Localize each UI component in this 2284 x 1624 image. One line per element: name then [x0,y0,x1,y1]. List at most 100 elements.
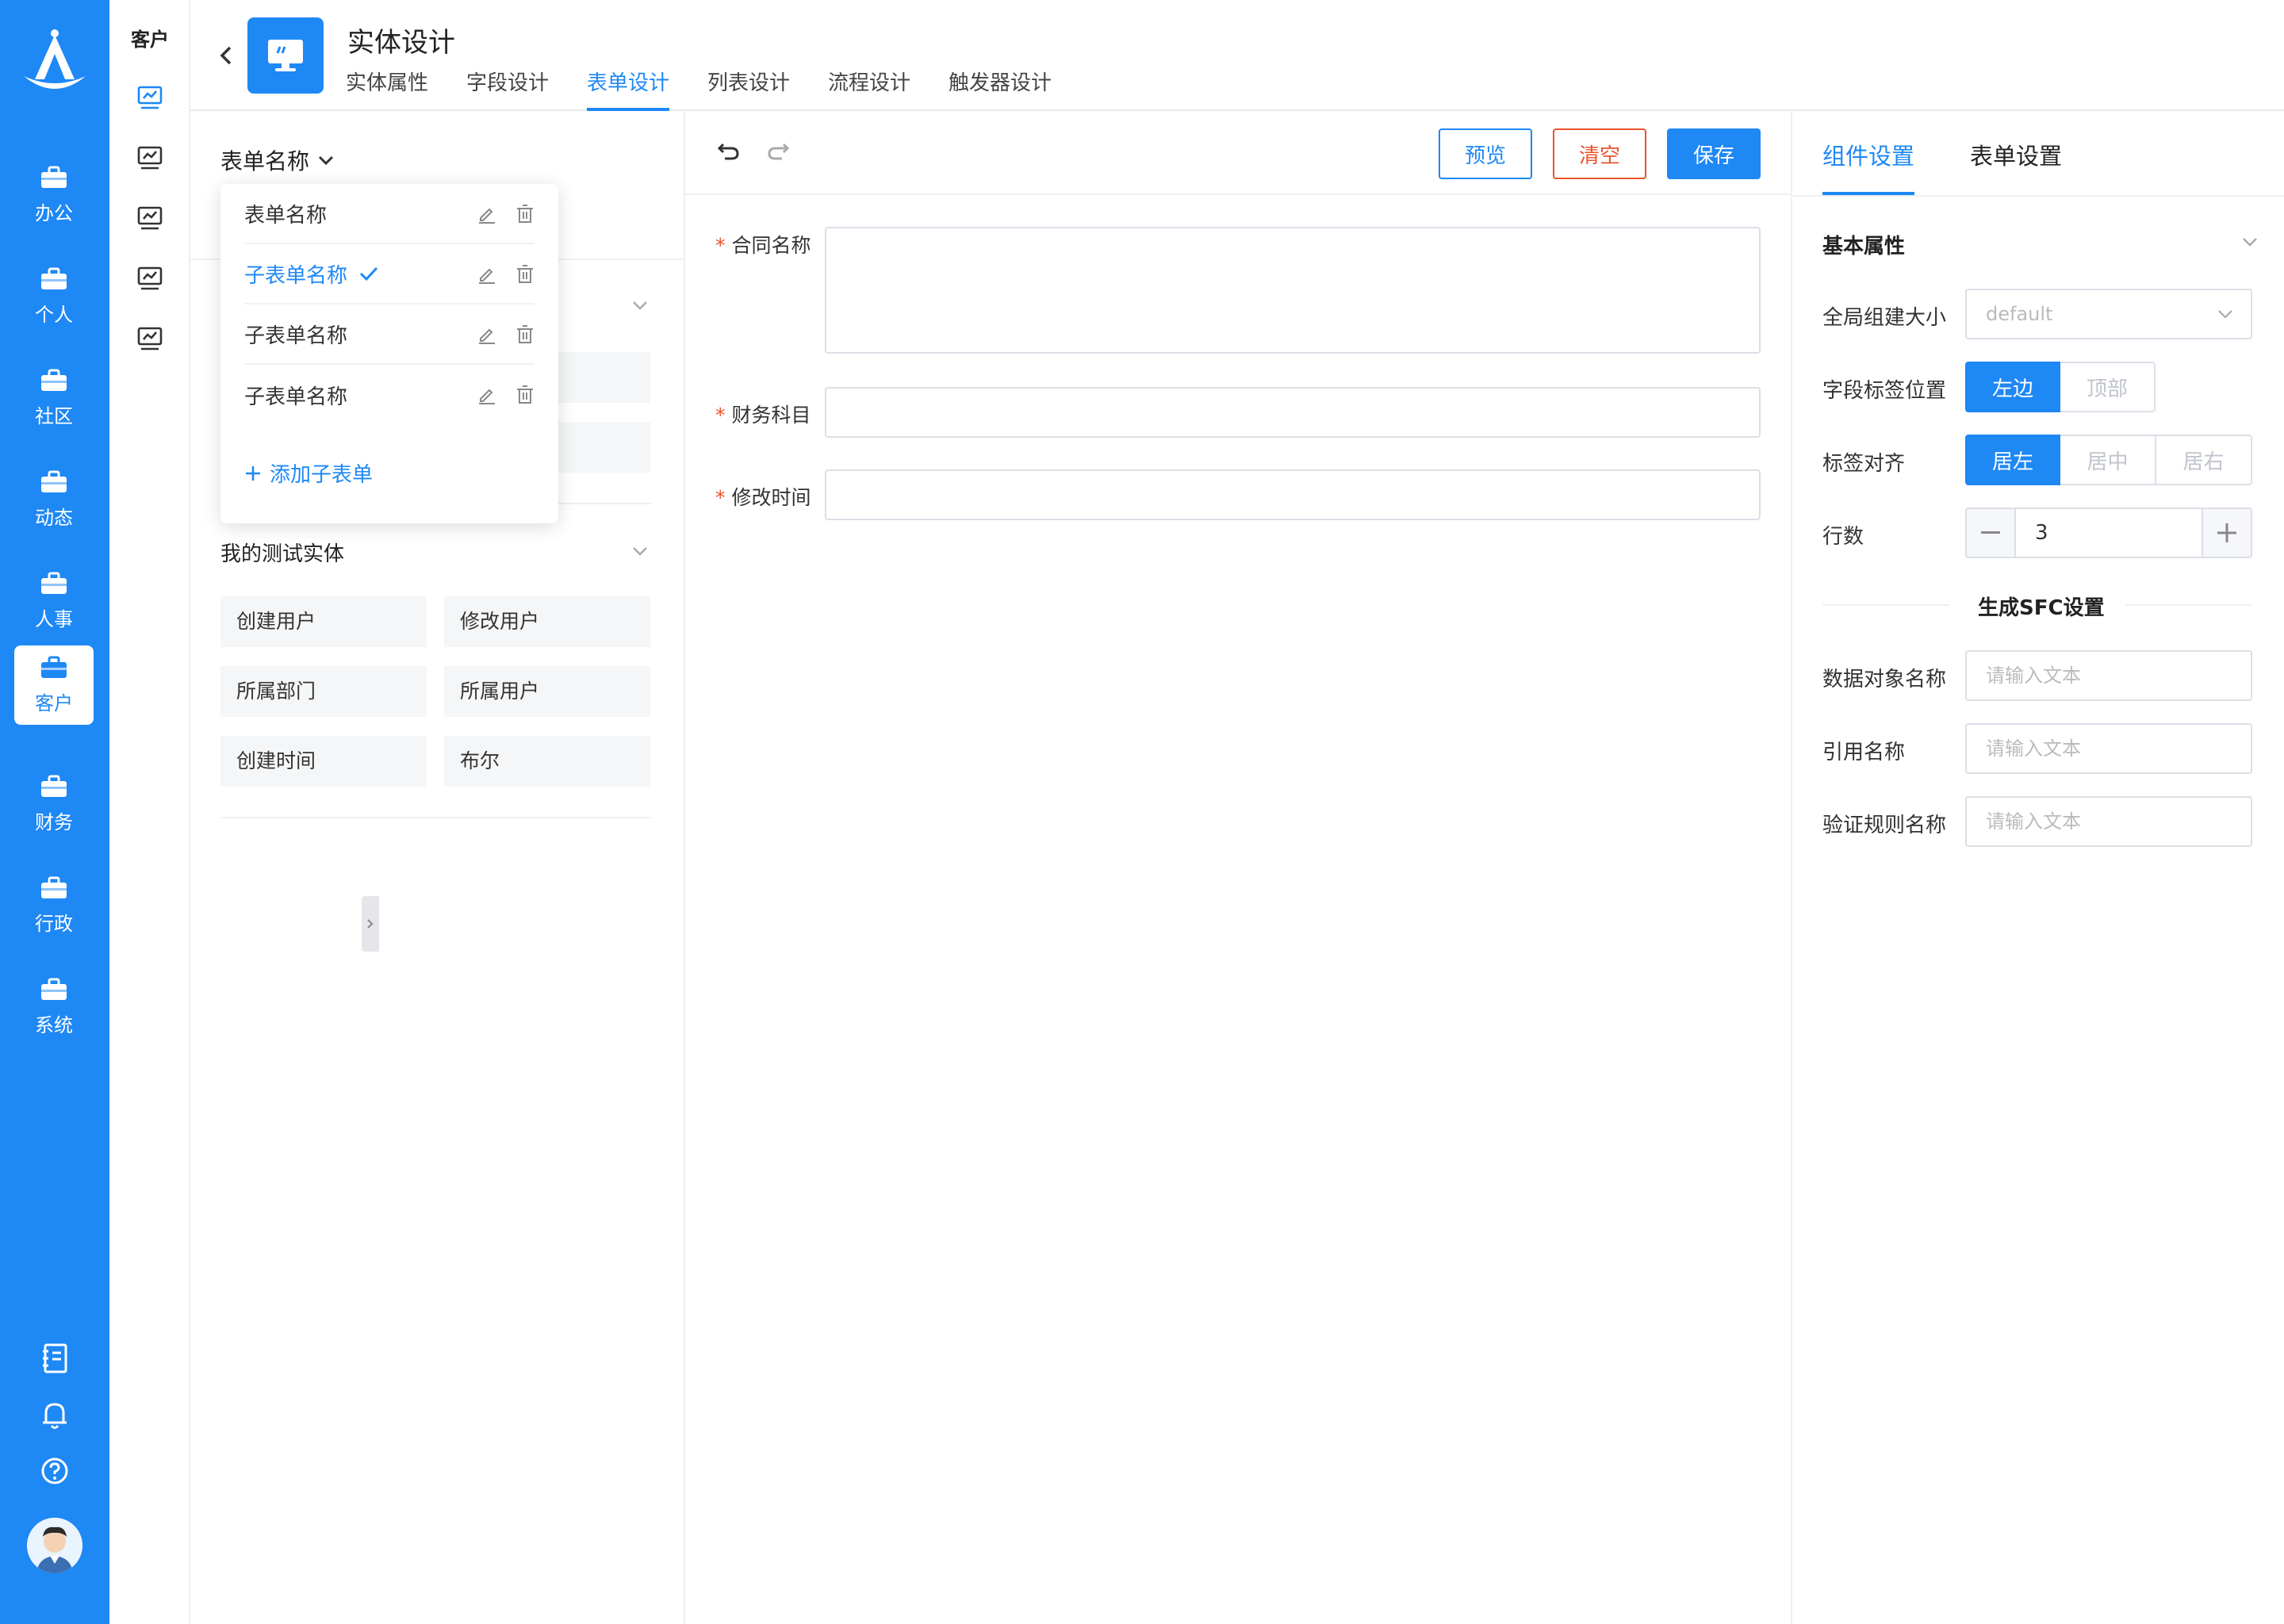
trash-icon[interactable] [515,205,535,224]
notification-button[interactable] [35,1396,75,1435]
nav-item-label: 人事 [35,607,73,630]
nav-item-finance[interactable]: 财务 [14,764,94,844]
nav-item-customer[interactable]: 客户 [14,645,94,725]
dropdown-item[interactable]: 子表单名称 [244,365,535,425]
nav-item-admin[interactable]: 行政 [14,866,94,945]
tab-trigger-design[interactable]: 触发器设计 [948,67,1052,111]
divider [1822,604,1949,606]
undo-icon[interactable] [717,138,741,162]
app-logo[interactable] [0,24,109,103]
add-subform-button[interactable]: 添加子表单 [244,458,373,488]
help-button[interactable] [35,1451,75,1491]
briefcase-icon [41,470,67,492]
label-align-label: 标签对齐 [1822,452,1906,476]
chart-monitor-icon[interactable] [136,325,163,352]
finance-subject-input[interactable] [825,387,1761,438]
tab-list-design[interactable]: 列表设计 [707,67,790,111]
avatar[interactable] [27,1518,82,1573]
form-select-dropdown: 表单名称 子表单名称 子表单名称 子表单名称 添加子表单 [220,184,558,523]
field-chip-modified-by[interactable]: 修改用户 [444,596,650,647]
field-chip-department[interactable]: 所属部门 [220,666,427,717]
tab-entity-properties[interactable]: 实体属性 [346,67,428,111]
field-chip-created-time[interactable]: 创建时间 [220,736,427,787]
tab-component-settings[interactable]: 组件设置 [1822,138,1915,195]
rows-input[interactable]: 3 [2016,508,2202,558]
page-header: 实体设计 实体属性 字段设计 表单设计 列表设计 流程设计 触发器设计 [190,0,2284,111]
chevron-right-icon [367,919,374,929]
tab-field-design[interactable]: 字段设计 [466,67,549,111]
notebook-button[interactable] [35,1339,75,1378]
redo-icon[interactable] [766,138,790,162]
trash-icon[interactable] [515,325,535,344]
edit-icon[interactable] [477,385,496,404]
nav-item-community[interactable]: 社区 [14,358,94,438]
validation-rule-name-input[interactable]: 请输入文本 [1965,796,2252,847]
dropdown-item[interactable]: 子表单名称 [244,304,535,365]
chevron-down-icon[interactable] [2241,236,2259,247]
user-avatar-icon [27,1518,82,1573]
field-chip-created-by[interactable]: 创建用户 [220,596,427,647]
nav-item-label: 办公 [35,201,73,224]
divider [220,817,652,818]
logo-icon [24,29,86,89]
chevron-down-icon [2218,310,2232,319]
rows-label: 行数 [1822,525,1864,549]
dropdown-item[interactable]: 表单名称 [244,184,535,244]
chevron-down-icon[interactable] [631,546,649,557]
nav-item-hr[interactable]: 人事 [14,561,94,641]
field-label-finance-subject: * 财务科目 [715,400,811,428]
data-object-name-label: 数据对象名称 [1822,668,1947,691]
field-chip-boolean[interactable]: 布尔 [444,736,650,787]
modified-time-input[interactable] [825,469,1761,520]
clear-button[interactable]: 清空 [1553,128,1646,179]
sub-sidebar: 客户 [109,0,190,1624]
chart-monitor-icon[interactable] [136,144,163,171]
trash-icon[interactable] [515,385,535,404]
briefcase-icon [41,978,67,1000]
align-right[interactable]: 居右 [2156,435,2252,485]
form-select[interactable]: 表单名称 [220,144,335,176]
rows-increment-button[interactable] [2202,508,2252,558]
nav-item-personal[interactable]: 个人 [14,257,94,336]
trash-icon[interactable] [515,265,535,284]
label-position-top[interactable]: 顶部 [2060,362,2156,412]
briefcase-icon [41,369,67,391]
preview-button[interactable]: 预览 [1439,128,1532,179]
align-left[interactable]: 居左 [1965,435,2060,485]
save-button[interactable]: 保存 [1667,128,1761,179]
field-label-modified-time: * 修改时间 [715,482,811,511]
rows-decrement-button[interactable] [1965,508,2016,558]
settings-panel: 组件设置 表单设置 基本属性 全局组建大小 default 字段标签位置 左边 … [1792,111,2284,1624]
chart-monitor-icon[interactable] [136,205,163,232]
size-label: 全局组建大小 [1822,306,1947,330]
data-object-name-input[interactable]: 请输入文本 [1965,650,2252,701]
dropdown-item-selected[interactable]: 子表单名称 [244,244,535,304]
align-center[interactable]: 居中 [2060,435,2156,485]
briefcase-icon [41,572,67,594]
chart-monitor-icon[interactable] [136,265,163,292]
tab-form-design[interactable]: 表单设计 [587,67,670,111]
size-select[interactable]: default [1965,289,2252,339]
briefcase-icon [41,876,67,898]
edit-icon[interactable] [477,325,496,344]
nav-item-label: 系统 [35,1013,73,1036]
tab-form-settings[interactable]: 表单设置 [1970,138,2062,195]
chart-monitor-icon[interactable] [136,84,163,111]
briefcase-icon [41,166,67,188]
collapse-handle[interactable] [362,896,379,952]
back-icon[interactable] [214,44,238,67]
contract-name-textarea[interactable] [825,227,1761,354]
chevron-down-icon[interactable] [631,300,649,311]
field-chip-owner[interactable]: 所属用户 [444,666,650,717]
tab-flow-design[interactable]: 流程设计 [828,67,910,111]
label-position-left[interactable]: 左边 [1965,362,2060,412]
dropdown-item-label: 子表单名称 [244,324,348,348]
nav-item-label: 财务 [35,810,73,833]
nav-item-office[interactable]: 办公 [14,155,94,235]
edit-icon[interactable] [477,205,496,224]
required-marker: * [715,486,726,509]
edit-icon[interactable] [477,265,496,284]
nav-item-activity[interactable]: 动态 [14,460,94,539]
nav-item-system[interactable]: 系统 [14,967,94,1047]
reference-name-input[interactable]: 请输入文本 [1965,723,2252,774]
